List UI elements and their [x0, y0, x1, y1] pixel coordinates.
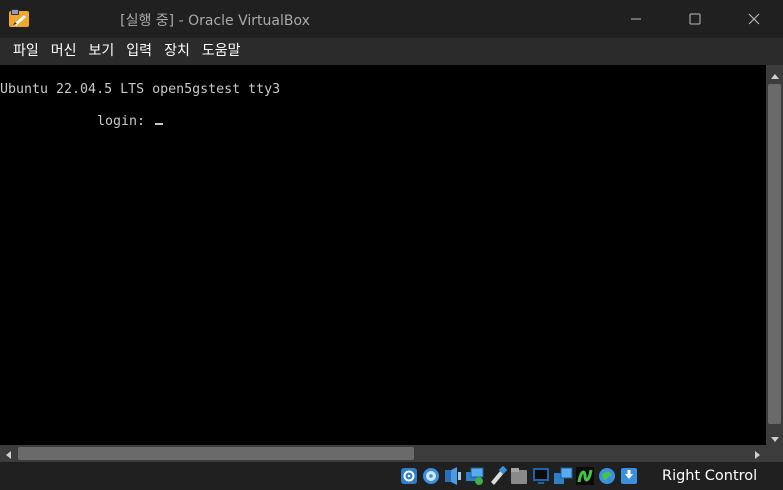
mouse-integration-icon[interactable]: [619, 466, 639, 486]
usb-icon[interactable]: [487, 465, 508, 486]
window-title: [실행 중] - Oracle VirtualBox: [120, 13, 310, 29]
title-bar[interactable]: [실행 중] - Oracle VirtualBox: [0, 0, 783, 38]
vm-console-screen[interactable]: Ubuntu 22.04.5 LTS open5gstest tty3 logi…: [0, 65, 766, 445]
device-indicators: [399, 465, 639, 486]
arrow-up-icon: [770, 64, 779, 83]
menu-view[interactable]: 보기: [83, 38, 121, 65]
console-banner: Ubuntu 22.04.5 LTS open5gstest tty3: [0, 82, 281, 97]
arrow-right-icon: [755, 444, 760, 463]
close-icon: [748, 13, 760, 25]
host-key-label: Right Control: [662, 468, 758, 484]
vertical-scrollbar[interactable]: [766, 65, 783, 445]
hard-disk-icon[interactable]: [399, 466, 419, 486]
vertical-scroll-thumb[interactable]: [768, 84, 781, 424]
login-prompt: login:: [97, 114, 154, 129]
menu-devices[interactable]: 장치: [158, 38, 196, 65]
arrow-left-icon: [6, 444, 11, 463]
scroll-down-button[interactable]: [766, 428, 783, 445]
recording-icon[interactable]: [553, 466, 573, 486]
status-bar: Right Control: [0, 462, 783, 489]
scroll-up-button[interactable]: [766, 65, 783, 82]
close-button[interactable]: [731, 0, 777, 38]
optical-drive-icon[interactable]: [421, 466, 441, 486]
scroll-right-button[interactable]: [749, 445, 766, 462]
menu-input[interactable]: 입력: [120, 38, 158, 65]
scroll-left-button[interactable]: [0, 445, 17, 462]
menu-help[interactable]: 도움말: [196, 38, 247, 65]
display-icon[interactable]: [531, 466, 551, 486]
menu-file[interactable]: 파일: [7, 38, 45, 65]
minimize-button[interactable]: [613, 0, 659, 38]
maximize-icon: [689, 13, 701, 25]
scrollbar-corner: [766, 445, 783, 462]
menu-bar: 파일 머신 보기 입력 장치 도움말: [0, 38, 783, 65]
cpu-icon[interactable]: [597, 466, 617, 486]
network-icon[interactable]: [465, 466, 485, 486]
guest-additions-icon[interactable]: [575, 466, 595, 486]
maximize-button[interactable]: [672, 0, 718, 38]
shared-folders-icon[interactable]: [509, 466, 529, 486]
menu-machine[interactable]: 머신: [45, 38, 83, 65]
minimize-icon: [630, 13, 642, 25]
login-prompt-line: login:: [97, 114, 164, 130]
audio-icon[interactable]: [443, 466, 463, 486]
text-cursor: [155, 123, 164, 125]
horizontal-scroll-thumb[interactable]: [18, 447, 414, 460]
arrow-down-icon: [770, 427, 779, 446]
horizontal-scrollbar[interactable]: [0, 445, 766, 462]
